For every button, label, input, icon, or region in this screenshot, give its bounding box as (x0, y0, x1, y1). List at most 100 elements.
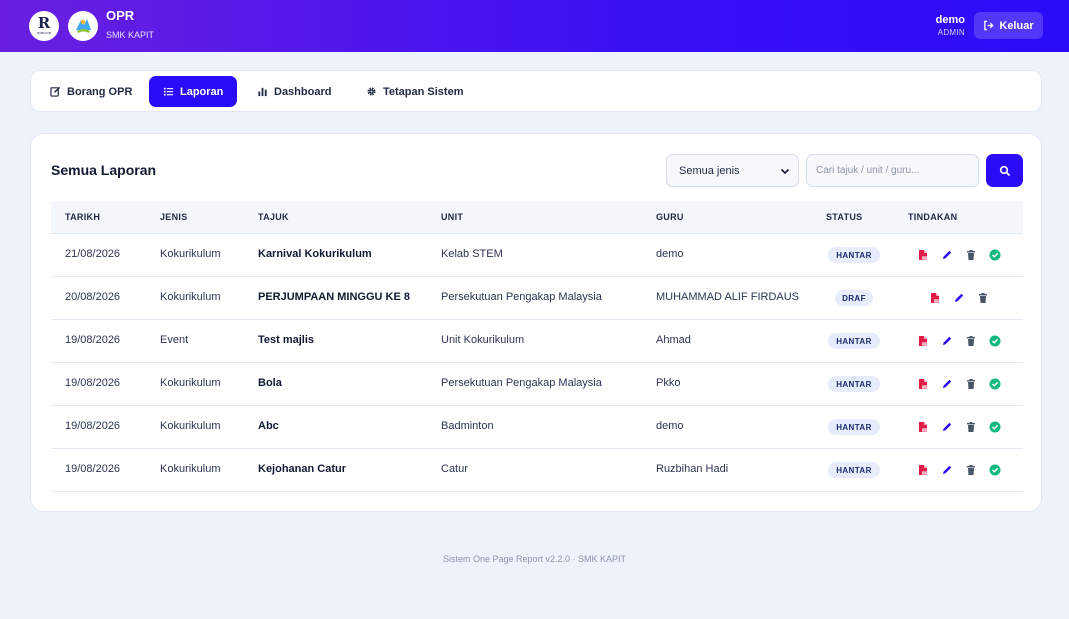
school-logo: R RUBICON (29, 11, 59, 41)
cell-teacher: demo (656, 420, 684, 432)
table-row: 19/08/2026 Kokurikulum Abc Badminton dem… (51, 406, 1023, 449)
tab-label: Tetapan Sistem (383, 85, 464, 98)
cell-date: 19/08/2026 (65, 420, 121, 432)
edit-pencil-icon[interactable] (953, 292, 965, 304)
trash-icon[interactable] (965, 335, 977, 347)
system-logo (68, 11, 98, 41)
school-name: SMK KAPIT (106, 30, 155, 40)
search-input[interactable] (806, 154, 979, 187)
logo-letter: R (37, 14, 51, 32)
tab-tetapan-sistem[interactable]: Tetapan Sistem (352, 76, 478, 107)
trash-icon[interactable] (977, 292, 989, 304)
bar-chart-icon (258, 87, 267, 97)
edit-pencil-icon[interactable] (941, 249, 953, 261)
svg-text:PDF: PDF (922, 471, 928, 475)
col-unit: UNIT (441, 212, 464, 222)
edit-pencil-icon[interactable] (941, 335, 953, 347)
col-tindakan: TINDAKAN (908, 212, 958, 222)
nav-bar: Borang OPR Laporan Dashboard Tetapan Sis… (30, 70, 1042, 112)
type-filter-select[interactable]: Semua jenis (666, 154, 799, 187)
cell-type: Kokurikulum (160, 463, 221, 475)
approve-check-icon[interactable] (989, 378, 1001, 390)
search-button[interactable] (986, 154, 1023, 187)
edit-pencil-icon[interactable] (941, 421, 953, 433)
status-badge: DRAF (835, 290, 873, 306)
cell-unit: Kelab STEM (441, 248, 503, 260)
cell-type: Kokurikulum (160, 291, 221, 303)
trash-icon[interactable] (965, 421, 977, 433)
tab-dashboard[interactable]: Dashboard (243, 76, 345, 107)
type-filter-value: Semua jenis (679, 164, 740, 177)
pdf-icon[interactable]: PDF (917, 335, 929, 347)
approve-check-icon[interactable] (989, 249, 1001, 261)
trash-icon[interactable] (965, 378, 977, 390)
search-icon (999, 165, 1010, 176)
col-tarikh: TARIKH (65, 212, 101, 222)
reports-card: Semua Laporan Semua jenis TARIKH JENIS T… (30, 133, 1042, 512)
cell-unit: Persekutuan Pengakap Malaysia (441, 377, 602, 389)
status-badge: HANTAR (828, 376, 880, 392)
pdf-icon[interactable]: PDF (917, 464, 929, 476)
svg-text:PDF: PDF (922, 342, 928, 346)
page-title: Semua Laporan (51, 162, 157, 178)
cell-date: 19/08/2026 (65, 334, 121, 346)
col-status: STATUS (826, 212, 863, 222)
logo-small-text: RUBICON (37, 31, 51, 35)
edit-icon (50, 86, 61, 97)
svg-text:PDF: PDF (922, 385, 928, 389)
app-title: OPR (106, 8, 135, 23)
pdf-icon[interactable]: PDF (917, 249, 929, 261)
approve-check-icon[interactable] (989, 464, 1001, 476)
svg-text:PDF: PDF (922, 428, 928, 432)
tab-borang-opr[interactable]: Borang OPR (36, 76, 146, 107)
tab-laporan[interactable]: Laporan (149, 76, 238, 107)
pdf-icon[interactable]: PDF (917, 421, 929, 433)
col-guru: GURU (656, 212, 684, 222)
logout-button[interactable]: Keluar (974, 12, 1043, 39)
table-row: 21/08/2026 Kokurikulum Karnival Kokuriku… (51, 234, 1023, 277)
cell-unit: Catur (441, 463, 468, 475)
status-badge: HANTAR (828, 462, 880, 478)
svg-text:PDF: PDF (934, 299, 940, 303)
svg-text:PDF: PDF (922, 256, 928, 260)
cell-teacher: Ruzbihan Hadi (656, 463, 729, 475)
logout-label: Keluar (999, 19, 1034, 32)
cell-type: Kokurikulum (160, 377, 221, 389)
trash-icon[interactable] (965, 249, 977, 261)
table-row: 19/08/2026 Kokurikulum Bola Persekutuan … (51, 363, 1023, 406)
list-icon (163, 87, 174, 96)
chevron-down-icon (780, 168, 790, 175)
table-row: 19/08/2026 Kokurikulum Kejohanan Catur C… (51, 449, 1023, 492)
cell-title: PERJUMPAAN MINGGU KE 8 (258, 291, 410, 303)
approve-check-icon[interactable] (989, 335, 1001, 347)
table-row: 19/08/2026 Event Test majlis Unit Kokuri… (51, 320, 1023, 363)
gear-icon (367, 87, 376, 96)
pdf-icon[interactable]: PDF (929, 292, 941, 304)
status-badge: HANTAR (828, 247, 880, 263)
pdf-icon[interactable]: PDF (917, 378, 929, 390)
user-name: demo (935, 14, 965, 26)
cell-unit: Persekutuan Pengakap Malaysia (441, 291, 602, 303)
table-row: 20/08/2026 Kokurikulum PERJUMPAAN MINGGU… (51, 277, 1023, 320)
trash-icon[interactable] (965, 464, 977, 476)
table-header: TARIKH JENIS TAJUK UNIT GURU STATUS TIND… (51, 201, 1023, 234)
cell-date: 19/08/2026 (65, 377, 121, 389)
cell-type: Kokurikulum (160, 420, 221, 432)
status-badge: HANTAR (828, 333, 880, 349)
cell-title: Kejohanan Catur (258, 463, 347, 475)
cell-date: 21/08/2026 (65, 248, 121, 260)
logout-icon (984, 20, 994, 31)
cell-date: 20/08/2026 (65, 291, 121, 303)
edit-pencil-icon[interactable] (941, 378, 953, 390)
edit-pencil-icon[interactable] (941, 464, 953, 476)
top-bar: R RUBICON OPR SMK KAPIT demo ADMIN Kelua… (0, 0, 1069, 52)
cell-teacher: MUHAMMAD ALIF FIRDAUS (656, 291, 800, 303)
approve-check-icon[interactable] (989, 421, 1001, 433)
col-jenis: JENIS (160, 212, 188, 222)
cell-type: Kokurikulum (160, 248, 221, 260)
cell-date: 19/08/2026 (65, 463, 121, 475)
cell-title: Test majlis (258, 334, 315, 346)
tab-label: Borang OPR (67, 85, 133, 98)
cell-teacher: demo (656, 248, 684, 260)
cell-teacher: Pkko (656, 377, 681, 389)
